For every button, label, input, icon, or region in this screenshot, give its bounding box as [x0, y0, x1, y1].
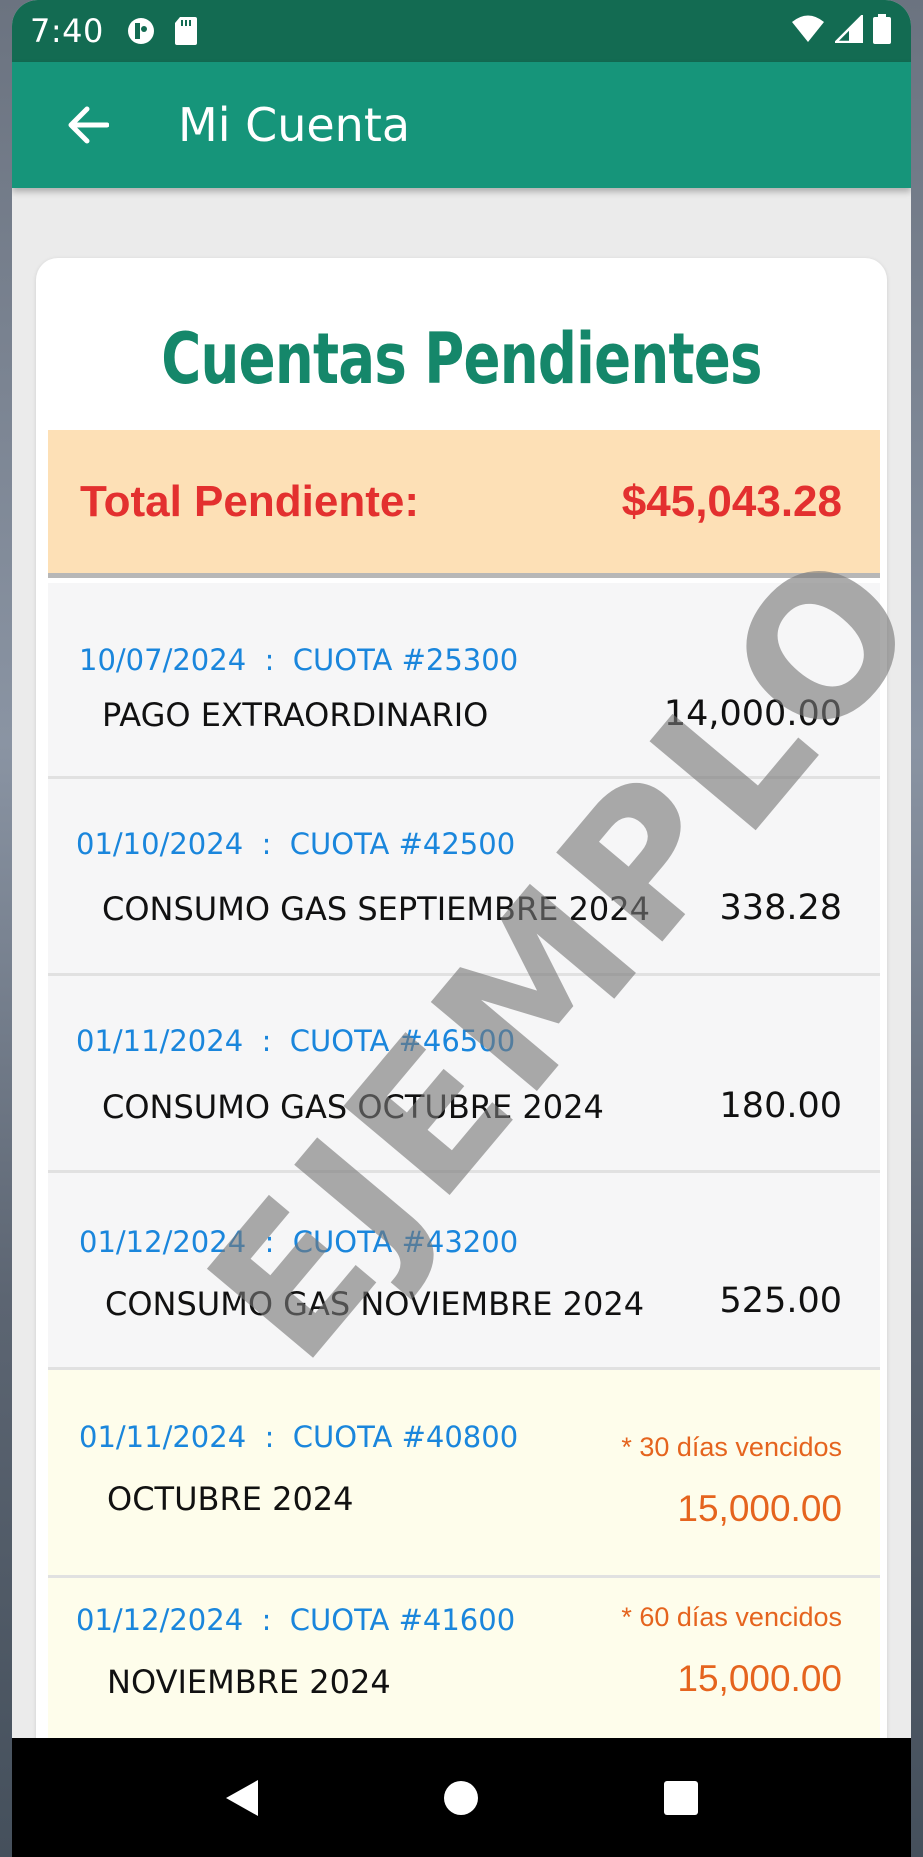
total-pending-value: $45,043.28	[621, 476, 842, 526]
total-pending-box: Total Pendiente: $45,043.28	[48, 430, 880, 578]
page-title: Mi Cuenta	[178, 98, 411, 152]
item-date-cuota: 10/07/2024 : CUOTA #25300	[79, 643, 519, 677]
item-date-cuota: 01/11/2024 : CUOTA #40800	[79, 1420, 519, 1454]
item-amount: 180.00	[719, 1086, 842, 1126]
item-date-cuota: 01/12/2024 : CUOTA #43200	[79, 1225, 519, 1259]
nav-recents-button[interactable]	[636, 1753, 726, 1843]
total-pending-label: Total Pendiente:	[80, 476, 419, 526]
nav-home-button[interactable]	[416, 1753, 506, 1843]
pending-list: 10/07/2024 : CUOTA #25300 PAGO EXTRAORDI…	[48, 583, 880, 1738]
pending-accounts-card: Cuentas Pendientes Total Pendiente: $45,…	[36, 258, 887, 1738]
nav-home-icon	[444, 1780, 479, 1815]
item-date-cuota: 01/11/2024 : CUOTA #46500	[76, 1024, 516, 1058]
battery-icon	[873, 13, 891, 49]
list-item[interactable]: 10/07/2024 : CUOTA #25300 PAGO EXTRAORDI…	[48, 583, 880, 779]
nav-back-icon	[225, 1779, 258, 1816]
item-date-cuota: 01/10/2024 : CUOTA #42500	[76, 827, 516, 861]
nav-back-button[interactable]	[197, 1753, 287, 1843]
app-bar: Mi Cuenta	[12, 62, 911, 188]
status-time: 7:40	[30, 12, 104, 50]
phone-screen: 7:40 Mi Cuenta Cuentas Pendientes Total …	[12, 0, 911, 1857]
item-description: NOVIEMBRE 2024	[107, 1663, 391, 1701]
item-amount: 15,000.00	[677, 1658, 842, 1699]
item-description: CONSUMO GAS NOVIEMBRE 2024	[105, 1285, 645, 1323]
arrow-back-icon	[68, 106, 109, 144]
item-amount: 338.28	[719, 888, 842, 928]
item-amount: 525.00	[719, 1281, 842, 1321]
nav-recents-icon	[664, 1780, 699, 1815]
list-item[interactable]: 01/10/2024 : CUOTA #42500 CONSUMO GAS SE…	[48, 779, 880, 976]
item-description: OCTUBRE 2024	[107, 1480, 354, 1518]
list-item-overdue[interactable]: 01/11/2024 : CUOTA #40800 * 30 días venc…	[48, 1370, 880, 1578]
back-button[interactable]	[44, 81, 132, 169]
item-description: CONSUMO GAS SEPTIEMBRE 2024	[102, 890, 650, 928]
navigation-bar	[12, 1738, 911, 1857]
wifi-icon	[791, 15, 825, 48]
card-title: Cuentas Pendientes	[161, 318, 762, 400]
list-item[interactable]: 01/11/2024 : CUOTA #46500 CONSUMO GAS OC…	[48, 976, 880, 1173]
status-bar: 7:40	[12, 0, 911, 62]
item-description: CONSUMO GAS OCTUBRE 2024	[102, 1088, 604, 1126]
status-right-icons	[791, 12, 891, 49]
item-amount: 15,000.00	[677, 1488, 842, 1529]
content-area[interactable]: Cuentas Pendientes Total Pendiente: $45,…	[12, 188, 911, 1738]
item-amount: 14,000.00	[663, 694, 842, 734]
sd-card-icon	[174, 16, 198, 46]
item-description: PAGO EXTRAORDINARIO	[102, 696, 489, 734]
overdue-note: * 30 días vencidos	[621, 1432, 842, 1462]
list-item-overdue[interactable]: 01/12/2024 : CUOTA #41600 * 60 días venc…	[48, 1578, 880, 1738]
signal-icon	[832, 12, 864, 48]
overdue-note: * 60 días vencidos	[621, 1602, 842, 1632]
item-date-cuota: 01/12/2024 : CUOTA #41600	[76, 1603, 516, 1637]
list-item[interactable]: 01/12/2024 : CUOTA #43200 CONSUMO GAS NO…	[48, 1173, 880, 1370]
app-notification-icon	[126, 16, 156, 46]
